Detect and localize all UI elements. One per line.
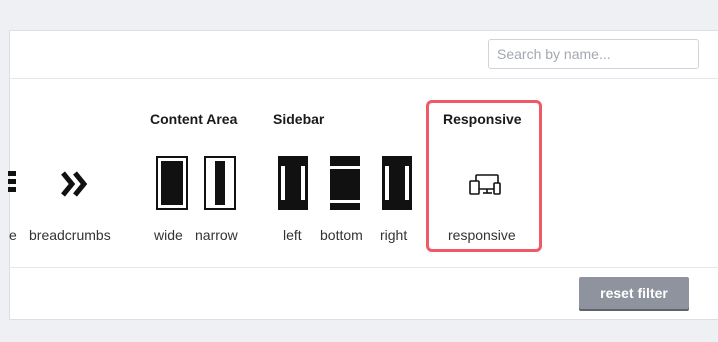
- divider: [10, 267, 718, 268]
- double-chevron-right-icon[interactable]: [60, 170, 90, 198]
- content-wide-icon[interactable]: [156, 156, 188, 210]
- item-label-narrow: narrow: [195, 227, 238, 243]
- group-title-sidebar: Sidebar: [273, 111, 325, 127]
- sidebar-bottom-icon[interactable]: [330, 156, 360, 210]
- group-title-content-area: Content Area: [150, 111, 238, 127]
- item-label-right: right: [380, 227, 408, 243]
- sidebar-left-icon[interactable]: [278, 156, 308, 210]
- item-label-breadcrumbs: breadcrumbs: [29, 227, 111, 243]
- search-input[interactable]: [488, 39, 699, 69]
- reset-filter-button[interactable]: reset filter: [579, 277, 689, 309]
- responsive-devices-icon[interactable]: [468, 174, 502, 196]
- item-label-partial: e: [9, 227, 17, 243]
- divider: [10, 78, 718, 79]
- filter-panel: e breadcrumbs Content Area wide narrow S…: [8, 30, 718, 320]
- list-icon[interactable]: [8, 170, 18, 192]
- content-narrow-icon[interactable]: [204, 156, 236, 210]
- item-label-bottom: bottom: [320, 227, 363, 243]
- item-label-wide: wide: [154, 227, 183, 243]
- sidebar-right-icon[interactable]: [382, 156, 412, 210]
- item-label-responsive: responsive: [448, 227, 516, 243]
- item-label-left: left: [283, 227, 302, 243]
- group-title-responsive: Responsive: [443, 111, 522, 127]
